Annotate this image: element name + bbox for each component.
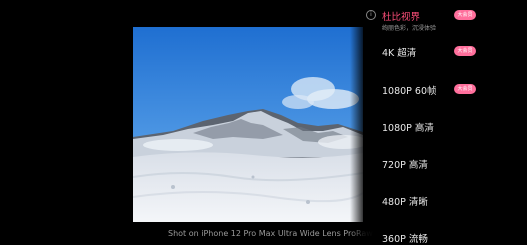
info-icon[interactable]: i [366, 10, 376, 20]
quality-option-720p[interactable]: 720P 高清 [382, 157, 428, 171]
video-frame[interactable] [133, 27, 363, 222]
video-player-screen: Shot on iPhone 12 Pro Max Ultra Wide Len… [0, 0, 527, 245]
photo-caption: Shot on iPhone 12 Pro Max Ultra Wide Len… [168, 229, 373, 238]
quality-option-1080p60[interactable]: 1080P 60帧 [382, 83, 437, 97]
quality-option-subtitle: 绚丽色彩，沉浸体验 [382, 25, 437, 32]
quality-option-4k[interactable]: 4K 超清 [382, 45, 416, 59]
vip-badge: 大会员 [454, 46, 476, 56]
quality-menu-panel [350, 0, 527, 245]
quality-option-dolby-vision[interactable]: 杜比视界 [382, 9, 420, 23]
quality-option-360p[interactable]: 360P 流畅 [382, 231, 428, 245]
quality-option-1080p[interactable]: 1080P 高清 [382, 120, 434, 134]
vip-badge: 大会员 [454, 10, 476, 20]
mountain-scene-image [133, 27, 363, 222]
vip-badge: 大会员 [454, 84, 476, 94]
quality-option-480p[interactable]: 480P 清晰 [382, 194, 428, 208]
